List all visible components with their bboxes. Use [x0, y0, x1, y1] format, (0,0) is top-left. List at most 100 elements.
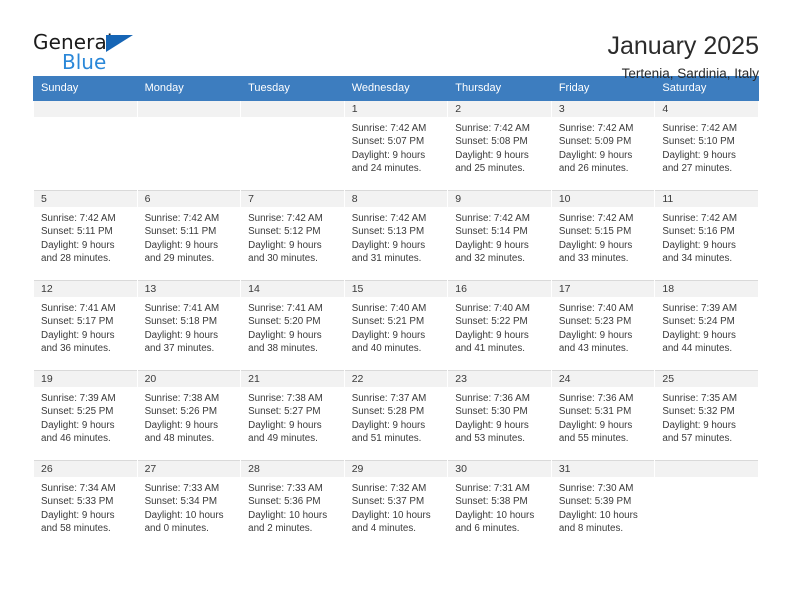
- day-cell-content: 22 Sunrise: 7:37 AM Sunset: 5:28 PM Dayligh…: [344, 371, 448, 460]
- day-cell-content: [241, 101, 344, 190]
- daylight-text-line2: and 57 minutes.: [662, 432, 733, 444]
- daylight-text-line2: and 32 minutes.: [455, 252, 525, 264]
- day-details: Sunrise: 7:40 AM Sunset: 5:23 PM Daylight:…: [552, 298, 655, 355]
- sunset-text: Sunset: 5:36 PM: [248, 496, 321, 508]
- sunrise-text: Sunrise: 7:30 AM: [558, 483, 634, 494]
- daylight-text-line1: Daylight: 9 hours: [662, 329, 736, 341]
- calendar-day-cell[interactable]: 6 Sunrise: 7:42 AM Sunset: 5:11 PM Daylight…: [136, 190, 242, 281]
- day-number: [137, 101, 241, 118]
- calendar-week-row: 1 Sunrise: 7:42 AM Sunset: 5:07 PM Daylight…: [33, 100, 759, 191]
- day-number: 22: [344, 371, 448, 388]
- calendar-day-cell[interactable]: 9 Sunrise: 7:42 AM Sunset: 5:14 PM Daylight…: [447, 190, 552, 281]
- calendar-day-cell[interactable]: 1 Sunrise: 7:42 AM Sunset: 5:07 PM Daylight…: [343, 100, 449, 191]
- daylight-text-line2: and 4 minutes.: [351, 522, 416, 534]
- day-number: [655, 461, 758, 478]
- sunset-text: Sunset: 5:21 PM: [351, 316, 425, 328]
- day-details: Sunrise: 7:33 AM Sunset: 5:34 PM Daylight:…: [138, 478, 241, 535]
- calendar-day-cell[interactable]: 12 Sunrise: 7:41 AM Sunset: 5:17 PM Dayligh…: [33, 280, 138, 371]
- calendar-day-cell[interactable]: 16 Sunrise: 7:40 AM Sunset: 5:22 PM Dayligh…: [447, 280, 552, 371]
- calendar-day-cell[interactable]: 26 Sunrise: 7:34 AM Sunset: 5:33 PM Dayligh…: [33, 460, 138, 550]
- calendar-day-cell[interactable]: 29 Sunrise: 7:32 AM Sunset: 5:37 PM Dayligh…: [343, 460, 449, 550]
- day-cell-content: 6 Sunrise: 7:42 AM Sunset: 5:11 PM Daylight…: [137, 191, 241, 280]
- daylight-text-line2: and 34 minutes.: [662, 252, 733, 264]
- day-cell-content: 25 Sunrise: 7:35 AM Sunset: 5:32 PM Dayligh…: [655, 371, 758, 460]
- calendar-day-cell[interactable]: 11 Sunrise: 7:42 AM Sunset: 5:16 PM Dayligh…: [654, 190, 759, 281]
- daylight-text-line2: and 2 minutes.: [248, 522, 313, 534]
- calendar-day-cell[interactable]: 30 Sunrise: 7:31 AM Sunset: 5:38 PM Dayligh…: [447, 460, 552, 550]
- calendar-day-cell[interactable]: 7 Sunrise: 7:42 AM Sunset: 5:12 PM Daylight…: [240, 190, 345, 281]
- daylight-text-line2: and 48 minutes.: [144, 432, 215, 444]
- day-cell-content: 16 Sunrise: 7:40 AM Sunset: 5:22 PM Dayligh…: [448, 281, 551, 370]
- day-details: Sunrise: 7:39 AM Sunset: 5:24 PM Daylight:…: [655, 298, 758, 355]
- daylight-text-line2: and 26 minutes.: [558, 162, 629, 174]
- calendar-day-cell[interactable]: 5 Sunrise: 7:42 AM Sunset: 5:11 PM Daylight…: [33, 190, 138, 281]
- general-blue-logo[interactable]: General Blue: [33, 30, 153, 76]
- daylight-text-line1: Daylight: 9 hours: [248, 239, 322, 251]
- calendar-day-cell[interactable]: 20 Sunrise: 7:38 AM Sunset: 5:26 PM Dayligh…: [136, 370, 242, 461]
- sunset-text: Sunset: 5:37 PM: [351, 496, 425, 508]
- sunset-text: Sunset: 5:15 PM: [558, 226, 632, 238]
- daylight-text-line1: Daylight: 9 hours: [41, 239, 115, 251]
- daylight-text-line2: and 30 minutes.: [248, 252, 318, 264]
- day-number: 21: [241, 371, 344, 388]
- calendar-day-cell[interactable]: 23 Sunrise: 7:36 AM Sunset: 5:30 PM Dayligh…: [447, 370, 552, 461]
- daylight-text-line1: Daylight: 9 hours: [455, 149, 529, 161]
- calendar-day-cell[interactable]: 18 Sunrise: 7:39 AM Sunset: 5:24 PM Dayligh…: [654, 280, 759, 371]
- calendar-day-cell[interactable]: 27 Sunrise: 7:33 AM Sunset: 5:34 PM Dayligh…: [136, 460, 242, 550]
- sunset-text: Sunset: 5:23 PM: [558, 316, 632, 328]
- calendar-day-cell[interactable]: 15 Sunrise: 7:40 AM Sunset: 5:21 PM Dayligh…: [343, 280, 449, 371]
- day-number: 26: [34, 461, 137, 478]
- calendar-day-cell[interactable]: 8 Sunrise: 7:42 AM Sunset: 5:13 PM Daylight…: [343, 190, 449, 281]
- calendar-day-cell[interactable]: 19 Sunrise: 7:39 AM Sunset: 5:25 PM Dayligh…: [33, 370, 138, 461]
- day-number: 28: [241, 461, 344, 478]
- sunrise-text: Sunrise: 7:40 AM: [351, 303, 427, 314]
- sunset-text: Sunset: 5:31 PM: [558, 406, 632, 418]
- sunset-text: Sunset: 5:30 PM: [455, 406, 528, 418]
- daylight-text-line1: Daylight: 9 hours: [144, 329, 219, 341]
- calendar-day-cell[interactable]: 22 Sunrise: 7:37 AM Sunset: 5:28 PM Dayligh…: [343, 370, 449, 461]
- day-number: [34, 101, 137, 118]
- sunset-text: Sunset: 5:26 PM: [144, 406, 217, 418]
- sunrise-text: Sunrise: 7:42 AM: [455, 213, 530, 224]
- daylight-text-line2: and 33 minutes.: [558, 252, 629, 264]
- day-details: Sunrise: 7:35 AM Sunset: 5:32 PM Daylight:…: [655, 388, 758, 445]
- calendar-day-cell[interactable]: 3 Sunrise: 7:42 AM Sunset: 5:09 PM Daylight…: [550, 100, 656, 191]
- day-cell-content: 7 Sunrise: 7:42 AM Sunset: 5:12 PM Daylight…: [241, 191, 344, 280]
- day-details: Sunrise: 7:36 AM Sunset: 5:30 PM Daylight:…: [448, 388, 551, 445]
- day-number: 6: [137, 191, 241, 208]
- weekday-header-thursday: Thursday: [447, 76, 552, 101]
- sunrise-text: Sunrise: 7:42 AM: [455, 123, 530, 134]
- sunset-text: Sunset: 5:34 PM: [144, 496, 217, 508]
- calendar-day-cell[interactable]: 21 Sunrise: 7:38 AM Sunset: 5:27 PM Dayligh…: [240, 370, 345, 461]
- sunrise-text: Sunrise: 7:39 AM: [662, 303, 737, 314]
- daylight-text-line1: Daylight: 9 hours: [41, 419, 115, 431]
- weekday-header-wednesday: Wednesday: [343, 76, 449, 101]
- calendar-day-cell: [240, 100, 345, 191]
- daylight-text-line2: and 46 minutes.: [41, 432, 111, 444]
- day-details: Sunrise: 7:40 AM Sunset: 5:21 PM Daylight:…: [345, 298, 448, 355]
- daylight-text-line1: Daylight: 9 hours: [455, 419, 529, 431]
- calendar-day-cell[interactable]: 13 Sunrise: 7:41 AM Sunset: 5:18 PM Dayligh…: [136, 280, 242, 371]
- calendar-day-cell[interactable]: 10 Sunrise: 7:42 AM Sunset: 5:15 PM Dayligh…: [550, 190, 656, 281]
- daylight-text-line1: Daylight: 9 hours: [558, 419, 633, 431]
- calendar-day-cell[interactable]: 4 Sunrise: 7:42 AM Sunset: 5:10 PM Daylight…: [654, 100, 759, 191]
- day-details: Sunrise: 7:41 AM Sunset: 5:17 PM Daylight:…: [34, 298, 137, 355]
- daylight-text-line2: and 49 minutes.: [248, 432, 318, 444]
- calendar-day-cell[interactable]: 14 Sunrise: 7:41 AM Sunset: 5:20 PM Dayligh…: [240, 280, 345, 371]
- day-cell-content: 14 Sunrise: 7:41 AM Sunset: 5:20 PM Dayligh…: [241, 281, 344, 370]
- calendar-day-cell[interactable]: 28 Sunrise: 7:33 AM Sunset: 5:36 PM Dayligh…: [240, 460, 345, 550]
- sunset-text: Sunset: 5:33 PM: [41, 496, 114, 508]
- calendar-day-cell[interactable]: 2 Sunrise: 7:42 AM Sunset: 5:08 PM Daylight…: [447, 100, 552, 191]
- sunset-text: Sunset: 5:09 PM: [558, 136, 632, 148]
- calendar-day-cell[interactable]: 31 Sunrise: 7:30 AM Sunset: 5:39 PM Dayligh…: [550, 460, 656, 550]
- sunrise-text: Sunrise: 7:41 AM: [248, 303, 323, 314]
- day-cell-content: 3 Sunrise: 7:42 AM Sunset: 5:09 PM Daylight…: [551, 101, 655, 190]
- sunrise-text: Sunrise: 7:33 AM: [248, 483, 323, 494]
- calendar-day-cell[interactable]: 24 Sunrise: 7:36 AM Sunset: 5:31 PM Dayligh…: [550, 370, 656, 461]
- calendar-day-cell[interactable]: 25 Sunrise: 7:35 AM Sunset: 5:32 PM Dayligh…: [654, 370, 759, 461]
- calendar-day-cell[interactable]: 17 Sunrise: 7:40 AM Sunset: 5:23 PM Dayligh…: [550, 280, 656, 371]
- day-cell-content: [655, 461, 758, 550]
- day-details: Sunrise: 7:42 AM Sunset: 5:09 PM Daylight:…: [552, 118, 655, 175]
- sunset-text: Sunset: 5:13 PM: [351, 226, 425, 238]
- logo-text-blue: Blue: [62, 50, 107, 74]
